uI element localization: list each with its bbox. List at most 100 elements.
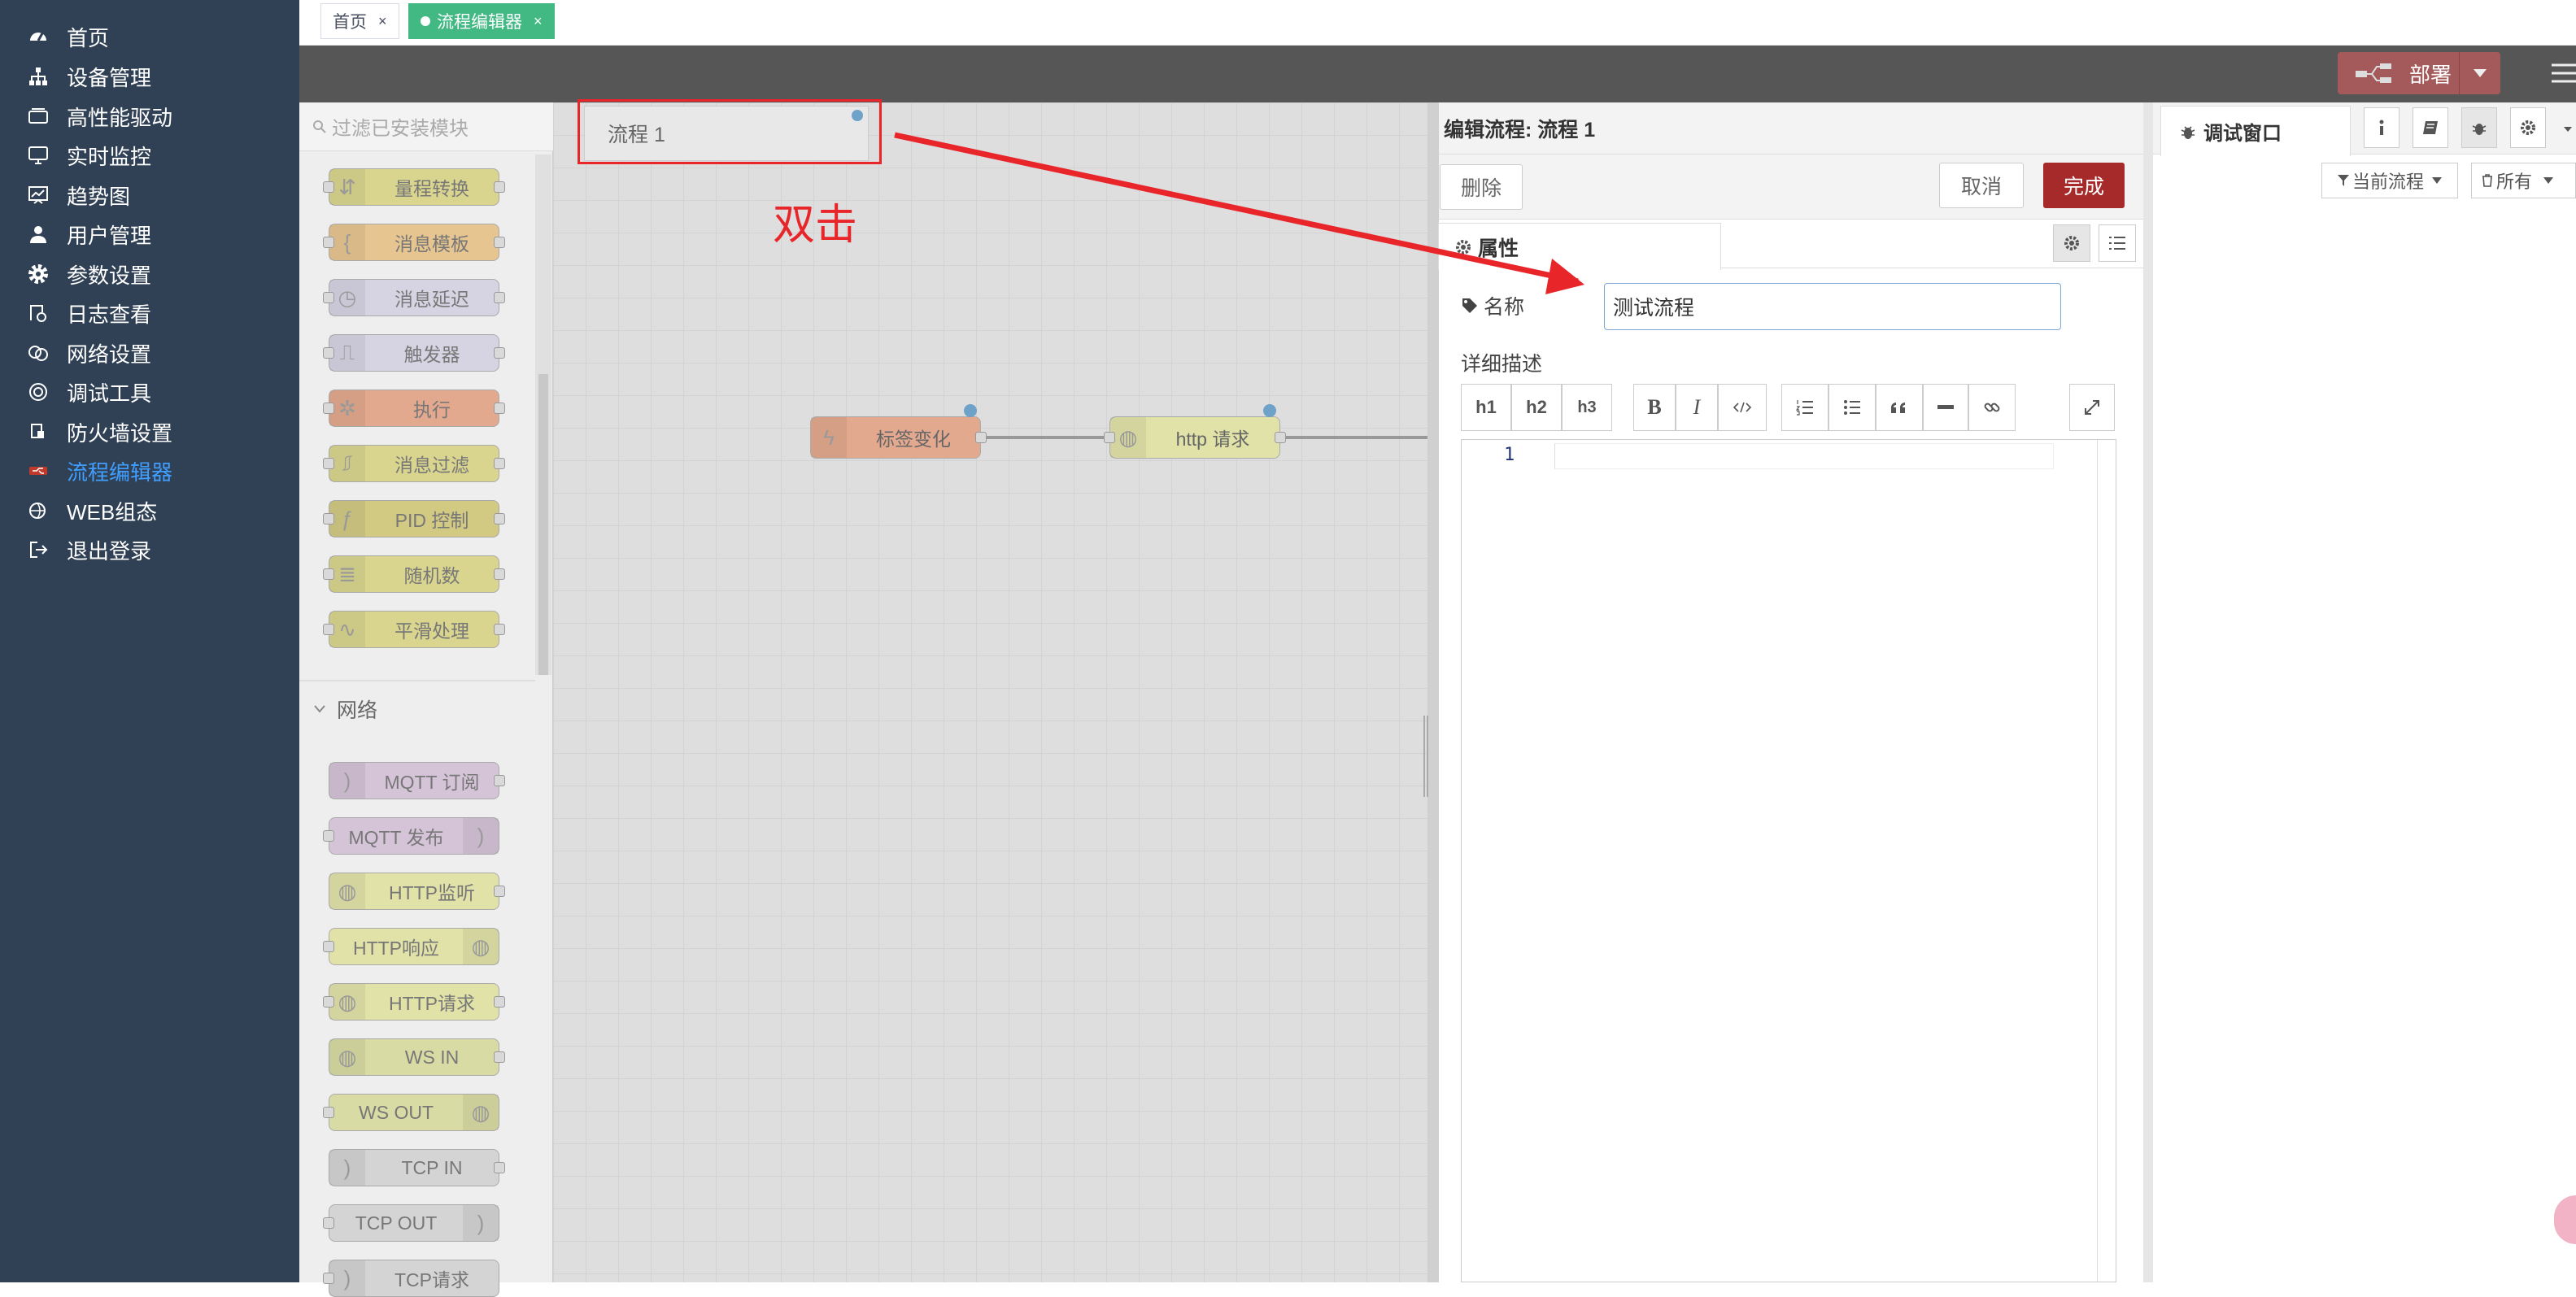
palette-node-mqtt-in[interactable]: ) MQTT 订阅 [329,762,505,799]
bug-tab-icon[interactable] [2461,107,2497,148]
filter-icon: ⎎ [329,446,365,481]
sidebar-item-label: 网络设置 [67,342,152,367]
radio-wave-icon: ) [463,1205,499,1241]
globe-icon: ◍ [329,1039,365,1075]
info-icon[interactable] [2364,107,2399,148]
range-icon: ⇵ [329,169,365,205]
splitter-handle[interactable] [1423,716,1428,797]
settings-tab-icon[interactable] [2053,224,2090,262]
link-icon[interactable] [1968,384,2016,431]
palette-node-ws-in[interactable]: ◍ WS IN [329,1038,505,1076]
editor-scrollbar[interactable] [2097,440,2116,1282]
palette-category-network[interactable]: 网络 [314,696,377,722]
description-editor[interactable]: 1 [1461,439,2116,1282]
palette-scrollbar[interactable] [535,155,551,675]
tabs-bar: 首页 × 流程编辑器 × [299,0,2576,46]
close-icon[interactable]: × [534,13,543,30]
main-menu-icon[interactable] [2549,60,2576,86]
tab-label: 首页 [333,13,367,32]
lightning-icon: ϟ [811,417,847,458]
expand-icon[interactable] [2069,384,2115,431]
palette-node-tcp-request[interactable]: ) TCP请求 [323,1260,499,1297]
palette-node-exec[interactable]: ✲ 执行 [323,390,505,427]
trash-icon [2482,174,2493,187]
palette-divider [299,680,535,681]
palette-node-delay[interactable]: ◷ 消息延迟 [323,279,505,316]
palette-node-range[interactable]: ⇵ 量程转换 [323,168,505,206]
filter-icon [2337,175,2349,186]
palette-node-http-in[interactable]: ◍ HTTP监听 [329,873,505,910]
palette-node-http-response[interactable]: HTTP响应 ◍ [323,928,499,965]
palette-node-trigger[interactable]: ⎍ 触发器 [323,334,505,372]
cog-icon: ✲ [329,390,365,426]
search-icon [312,120,327,134]
deploy-icon [2356,61,2393,85]
filter-all-dropdown[interactable]: 所有 [2471,163,2576,198]
h1-button[interactable]: h1 [1461,384,1511,431]
palette-filter[interactable]: 过滤已安装模块 [299,102,553,151]
deploy-button[interactable]: 部署 [2338,52,2500,94]
palette-node-smooth[interactable]: ∿ 平滑处理 [323,611,505,648]
chart-icon [26,183,50,207]
web-icon [26,498,50,523]
more-tabs-icon[interactable] [2559,120,2576,137]
firewall-icon [26,420,50,444]
radio-wave-icon: ) [329,1260,365,1296]
deploy-menu-icon[interactable] [2459,52,2500,94]
name-input[interactable]: 测试流程 [1604,283,2061,330]
gear-icon[interactable] [2510,107,2546,148]
sidebar-item-label: 退出登录 [67,538,152,564]
sitemap-icon [26,64,50,89]
horizontal-rule-icon[interactable] [1923,384,1968,431]
bug-icon [2181,124,2195,140]
line-number: 1 [1504,445,1515,465]
list-tab-icon[interactable] [2099,224,2136,262]
palette-node-random[interactable]: ≣ 随机数 [323,555,505,593]
tab-flow-editor[interactable]: 流程编辑器 × [408,3,555,39]
user-icon [26,222,50,246]
palette-node-pid[interactable]: ƒ PID 控制 [323,500,505,538]
globe-icon: ◍ [463,929,499,964]
sidebar-item-label: 趋势图 [67,184,131,209]
palette-node-http-request[interactable]: ◍ HTTP请求 [323,983,505,1021]
palette-node-ws-out[interactable]: WS OUT ◍ [323,1094,499,1131]
server-icon [26,104,50,128]
palette-node-filter[interactable]: ⎎ 消息过滤 [323,445,505,482]
clock-icon: ◷ [329,280,365,316]
quote-icon[interactable] [1876,384,1923,431]
sidebar-item-label: 调试工具 [67,381,152,406]
sidebar-item-logout[interactable]: 退出登录 [0,525,299,574]
canvas-node-http-request[interactable]: ◍ http 请求 [1104,404,1286,459]
close-icon[interactable]: × [378,13,387,30]
done-button[interactable]: 完成 [2043,163,2125,208]
palette-node-mqtt-out[interactable]: MQTT 发布) [323,817,499,855]
ordered-list-icon[interactable] [1781,384,1828,431]
palette-node-tcp-out[interactable]: TCP OUT) [323,1204,499,1242]
debug-panel [2143,102,2576,1282]
active-dot-icon [421,16,430,26]
h3-button[interactable]: h3 [1562,384,1612,431]
palette-node-tcp-in[interactable]: ) TCP IN [329,1149,505,1186]
dashboard-icon [26,24,50,49]
book-icon[interactable] [2413,107,2448,148]
template-icon: { [329,224,365,260]
filter-current-flow-dropdown[interactable]: 当前流程 [2321,163,2458,198]
annotation-text: 双击 [773,202,858,249]
bullet-list-icon[interactable] [1828,384,1876,431]
italic-button[interactable]: I [1676,384,1718,431]
code-icon[interactable] [1718,384,1767,431]
chevron-down-icon [314,705,325,713]
tab-home[interactable]: 首页 × [320,3,399,39]
palette-node-template[interactable]: {消息模板 [323,224,505,261]
filter-placeholder: 过滤已安装模块 [332,118,469,140]
cancel-button[interactable]: 取消 [1939,163,2024,208]
bold-button[interactable]: B [1633,384,1676,431]
list-icon: ≣ [329,556,365,592]
sidebar-item-label: 流程编辑器 [67,459,173,485]
h2-button[interactable]: h2 [1511,384,1562,431]
sidebar-item-label: 日志查看 [67,302,152,327]
radio-wave-icon: ) [329,763,365,799]
sidebar-item-label: WEB组态 [67,499,158,524]
canvas-node-tag-change[interactable]: ϟ 标签变化 [810,404,987,459]
tab-debug[interactable]: 调试窗口 [2160,106,2351,156]
